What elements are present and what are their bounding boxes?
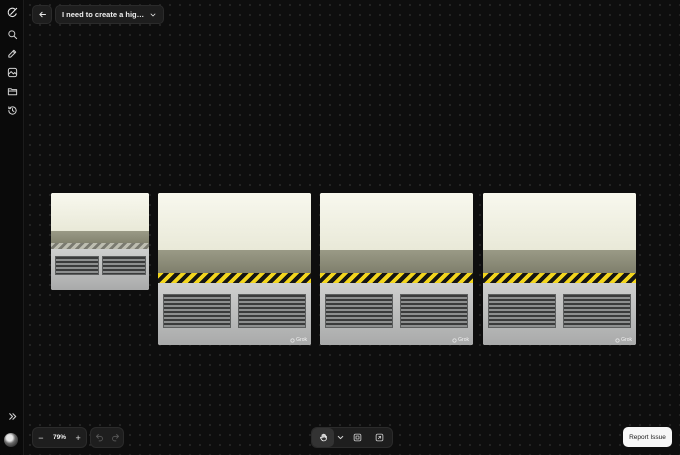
history-controls bbox=[90, 427, 124, 448]
zoom-controls: − 79% + bbox=[32, 427, 87, 448]
hand-icon bbox=[319, 433, 327, 442]
grok-logo-icon bbox=[290, 338, 295, 342]
zoom-in-button[interactable]: + bbox=[70, 428, 86, 447]
fit-icon bbox=[353, 433, 361, 442]
grok-watermark: Grok bbox=[452, 337, 469, 343]
conversation-title: I need to create a high res... bbox=[62, 10, 146, 19]
grok-logo-icon bbox=[452, 338, 457, 342]
search-icon[interactable] bbox=[4, 26, 20, 42]
undo-icon bbox=[95, 434, 103, 442]
chevron-down-icon bbox=[150, 13, 156, 16]
history-icon[interactable] bbox=[4, 102, 20, 118]
zoom-level[interactable]: 79% bbox=[49, 428, 71, 447]
back-button[interactable] bbox=[32, 5, 52, 24]
generated-image-1[interactable] bbox=[51, 193, 149, 290]
generated-image-4[interactable]: Grok bbox=[483, 193, 636, 345]
grok-logo-icon bbox=[615, 338, 620, 342]
avatar[interactable] bbox=[4, 433, 18, 447]
chevron-down-icon bbox=[337, 435, 343, 440]
conversation-title-dropdown[interactable]: I need to create a high res... bbox=[55, 5, 164, 24]
grok-watermark: Grok bbox=[290, 337, 307, 343]
folder-icon[interactable] bbox=[4, 83, 20, 99]
fit-view-button[interactable] bbox=[346, 428, 368, 447]
canvas-tools bbox=[311, 427, 393, 448]
tool-menu-button[interactable] bbox=[334, 428, 346, 447]
export-button[interactable] bbox=[368, 428, 390, 447]
logo-icon[interactable] bbox=[4, 4, 20, 20]
report-issue-button[interactable]: Report Issue bbox=[623, 427, 672, 447]
export-icon bbox=[375, 433, 383, 442]
image-icon[interactable] bbox=[4, 64, 20, 80]
grok-watermark: Grok bbox=[615, 337, 632, 343]
generated-image-3[interactable]: Grok bbox=[320, 193, 473, 345]
redo-button[interactable] bbox=[107, 428, 123, 447]
left-sidebar bbox=[0, 0, 24, 455]
edit-icon[interactable] bbox=[4, 45, 20, 61]
undo-button[interactable] bbox=[91, 428, 107, 447]
arrow-left-icon bbox=[38, 11, 46, 18]
generated-image-2[interactable]: Grok bbox=[158, 193, 311, 345]
zoom-out-button[interactable]: − bbox=[33, 428, 49, 447]
hand-tool-button[interactable] bbox=[312, 428, 334, 447]
redo-icon bbox=[111, 434, 119, 442]
double-chevron-right-icon[interactable] bbox=[4, 408, 20, 424]
